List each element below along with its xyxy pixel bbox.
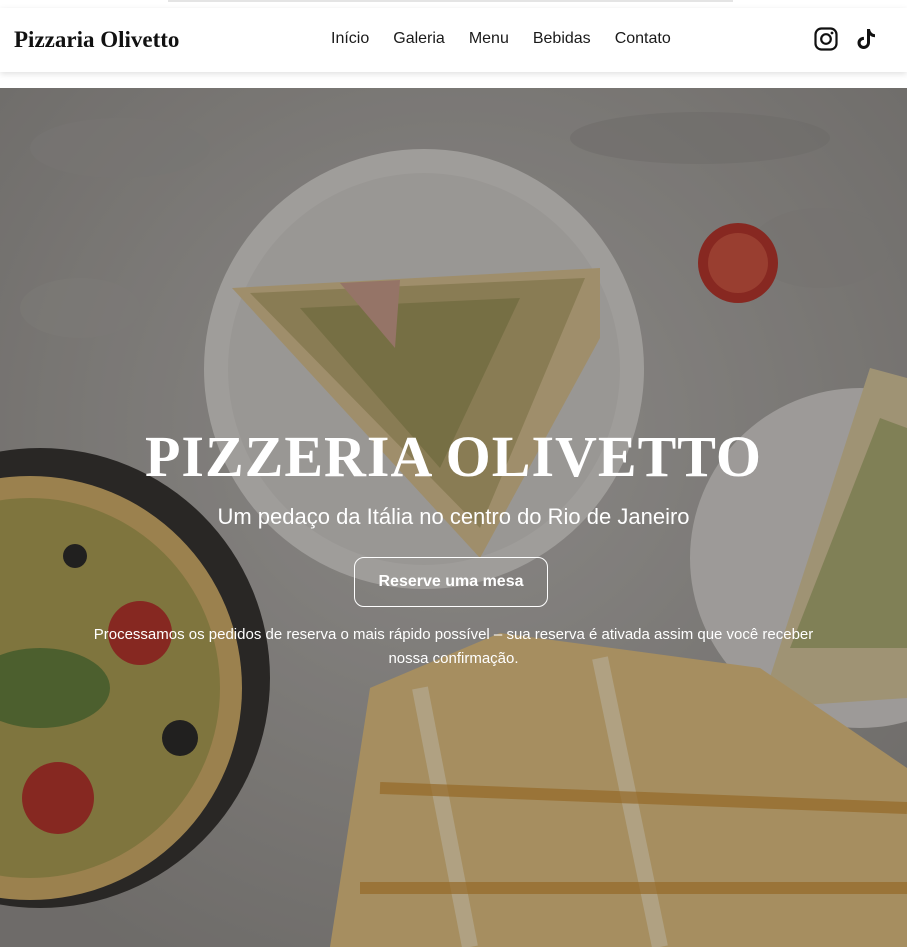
navbar: Pizzaria Olivetto Início Galeria Menu Be…: [0, 8, 907, 72]
reserve-table-button[interactable]: Reserve uma mesa: [354, 557, 548, 607]
hero-section: PIZZERIA OLIVETTO Um pedaço da Itália no…: [0, 88, 907, 947]
browser-top-line: [168, 0, 733, 2]
nav-link-bebidas[interactable]: Bebidas: [533, 30, 591, 48]
nav-link-galeria[interactable]: Galeria: [393, 30, 445, 48]
reservation-note: Processamos os pedidos de reserva o mais…: [93, 626, 814, 667]
nav-link-menu[interactable]: Menu: [469, 30, 509, 48]
nav-link-inicio[interactable]: Início: [331, 30, 369, 48]
main-nav: Início Galeria Menu Bebidas Contato: [331, 30, 671, 48]
hero-title: PIZZERIA OLIVETTO: [144, 424, 763, 489]
social-links: [813, 26, 879, 52]
instagram-icon[interactable]: [813, 26, 839, 52]
brand-logo-text[interactable]: Pizzaria Olivetto: [14, 27, 179, 53]
tiktok-icon[interactable]: [853, 26, 879, 52]
hero-subtitle: Um pedaço da Itália no centro do Rio de …: [217, 504, 690, 529]
nav-link-contato[interactable]: Contato: [615, 30, 671, 48]
